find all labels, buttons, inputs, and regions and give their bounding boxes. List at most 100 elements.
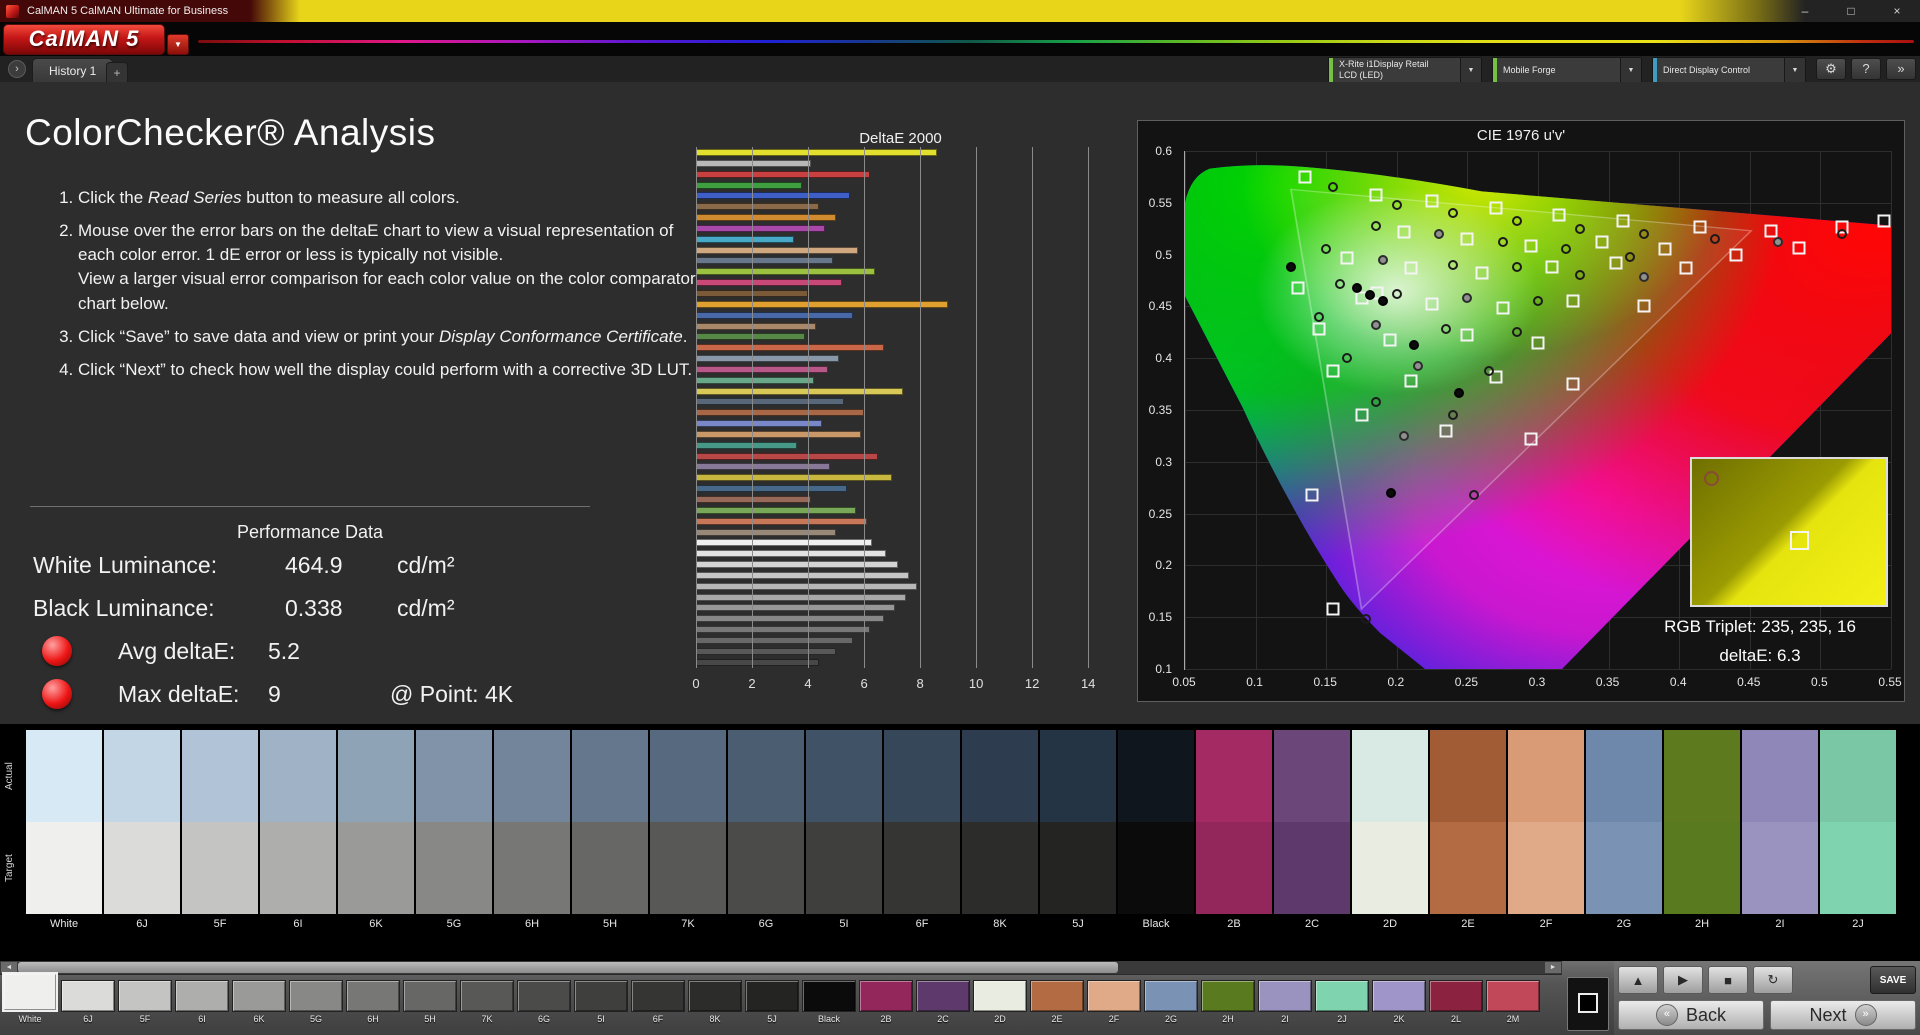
deltae-bar[interactable]	[696, 583, 917, 590]
tab-scroll-button[interactable]: ›	[8, 60, 26, 78]
settings-gear-button[interactable]: ⚙	[1816, 58, 1846, 80]
pattern-swatch-button[interactable]: 2E	[1030, 980, 1084, 1024]
expand-button[interactable]: »	[1886, 58, 1916, 80]
deltae-bar[interactable]	[696, 615, 884, 622]
deltae-bar[interactable]	[696, 561, 898, 568]
next-button[interactable]: Next »	[1770, 1000, 1916, 1030]
transport-button[interactable]: ▲	[1618, 966, 1658, 994]
pattern-swatch-button[interactable]: 2I	[1258, 980, 1312, 1024]
deltae-bar[interactable]	[696, 214, 836, 221]
deltae-bar[interactable]	[696, 550, 886, 557]
deltae-bar[interactable]	[696, 659, 819, 666]
horizontal-scrollbar[interactable]: ◄ ►	[0, 961, 1562, 975]
pattern-swatch-button[interactable]: 2L	[1429, 980, 1483, 1024]
deltae-bar[interactable]	[696, 463, 830, 470]
deltae-bar[interactable]	[696, 182, 802, 189]
pattern-swatch-button[interactable]: 6H	[346, 980, 400, 1024]
pattern-swatch-button[interactable]: 5G	[289, 980, 343, 1024]
pattern-swatch-button[interactable]: White	[2, 978, 58, 1024]
pattern-swatch-button[interactable]: 2K	[1372, 980, 1426, 1024]
deltae-bar[interactable]	[696, 420, 822, 427]
pattern-swatch-button[interactable]: 5J	[745, 980, 799, 1024]
deltae-bar[interactable]	[696, 409, 864, 416]
deltae-bar[interactable]	[696, 377, 814, 384]
cie-circle-marker	[1837, 229, 1847, 239]
device-dropdown[interactable]: Mobile Forge▼	[1492, 57, 1642, 83]
pattern-swatch-button[interactable]: 8K	[688, 980, 742, 1024]
deltae-bar[interactable]	[696, 355, 839, 362]
pattern-swatch-button[interactable]: Black	[802, 980, 856, 1024]
deltae-bar[interactable]	[696, 474, 892, 481]
deltae-bar[interactable]	[696, 160, 811, 167]
deltae-bar[interactable]	[696, 485, 847, 492]
deltae-bar[interactable]	[696, 301, 948, 308]
deltae-bar[interactable]	[696, 312, 853, 319]
deltae-bar[interactable]	[696, 496, 811, 503]
deltae-bar[interactable]	[696, 637, 853, 644]
deltae-bar[interactable]	[696, 398, 844, 405]
deltae-bar[interactable]	[696, 268, 875, 275]
maximize-button[interactable]: □	[1828, 0, 1874, 22]
swatch-color	[1429, 980, 1483, 1012]
pattern-swatch-button[interactable]: 2D	[973, 980, 1027, 1024]
device-dropdown[interactable]: X-Rite i1Display RetailLCD (LED)▼	[1328, 57, 1482, 83]
add-tab-button[interactable]: +	[106, 62, 128, 82]
deltae-bar[interactable]	[696, 279, 842, 286]
pattern-swatch-button[interactable]: 5F	[118, 980, 172, 1024]
deltae-bar[interactable]	[696, 192, 850, 199]
deltae-bar[interactable]	[696, 247, 858, 254]
close-button[interactable]: ×	[1874, 0, 1920, 22]
deltae-bar[interactable]	[696, 442, 797, 449]
deltae-bar[interactable]	[696, 594, 906, 601]
deltae-bar[interactable]	[696, 171, 870, 178]
transport-button[interactable]: ■	[1708, 966, 1748, 994]
deltae-bar[interactable]	[696, 344, 884, 351]
pattern-window-button[interactable]	[1567, 977, 1609, 1031]
pattern-swatch-button[interactable]: 5I	[574, 980, 628, 1024]
help-button[interactable]: ?	[1851, 58, 1881, 80]
pattern-swatch-button[interactable]: 2J	[1315, 980, 1369, 1024]
pattern-swatch-button[interactable]: 2G	[1144, 980, 1198, 1024]
deltae-bar[interactable]	[696, 388, 903, 395]
deltae-bar[interactable]	[696, 453, 878, 460]
logo-dropdown-button[interactable]: ▼	[167, 34, 189, 55]
deltae-bar[interactable]	[696, 257, 833, 264]
deltae-tick-label: 2	[748, 676, 755, 691]
deltae-bar[interactable]	[696, 333, 805, 340]
deltae-bar[interactable]	[696, 626, 870, 633]
scroll-right-arrow-icon[interactable]: ►	[1545, 962, 1561, 973]
deltae-bar[interactable]	[696, 529, 836, 536]
deltae-bar[interactable]	[696, 518, 867, 525]
deltae-bar[interactable]	[696, 203, 819, 210]
device-dropdown[interactable]: Direct Display Control▼	[1652, 57, 1806, 83]
deltae-bar[interactable]	[696, 323, 816, 330]
transport-button[interactable]: ▶	[1663, 966, 1703, 994]
page-title: ColorChecker® Analysis	[25, 112, 435, 154]
scrollbar-thumb[interactable]	[18, 962, 1118, 973]
deltae-bar[interactable]	[696, 236, 794, 243]
pattern-swatch-button[interactable]: 2H	[1201, 980, 1255, 1024]
deltae-bar[interactable]	[696, 149, 937, 156]
back-button[interactable]: « Back	[1618, 1000, 1764, 1030]
pattern-swatch-button[interactable]: 2B	[859, 980, 913, 1024]
pattern-swatch-button[interactable]: 6J	[61, 980, 115, 1024]
minimize-button[interactable]: –	[1782, 0, 1828, 22]
deltae-bar[interactable]	[696, 572, 909, 579]
pattern-swatch-button[interactable]: 6K	[232, 980, 286, 1024]
transport-button[interactable]: ↻	[1753, 966, 1793, 994]
pattern-swatch-button[interactable]: 5H	[403, 980, 457, 1024]
pattern-swatch-button[interactable]: 6G	[517, 980, 571, 1024]
pattern-swatch-button[interactable]: 2F	[1087, 980, 1141, 1024]
pattern-swatch-button[interactable]: 6I	[175, 980, 229, 1024]
deltae-bar[interactable]	[696, 431, 861, 438]
save-button[interactable]: SAVE	[1870, 966, 1916, 994]
deltae-bar[interactable]	[696, 539, 872, 546]
deltae-bar[interactable]	[696, 648, 836, 655]
pattern-swatch-button[interactable]: 2C	[916, 980, 970, 1024]
deltae-bar[interactable]	[696, 225, 825, 232]
deltae-bar[interactable]	[696, 507, 856, 514]
pattern-swatch-button[interactable]: 7K	[460, 980, 514, 1024]
pattern-swatch-button[interactable]: 6F	[631, 980, 685, 1024]
pattern-swatch-button[interactable]: 2M	[1486, 980, 1540, 1024]
tab-history-1[interactable]: History 1	[32, 58, 113, 83]
